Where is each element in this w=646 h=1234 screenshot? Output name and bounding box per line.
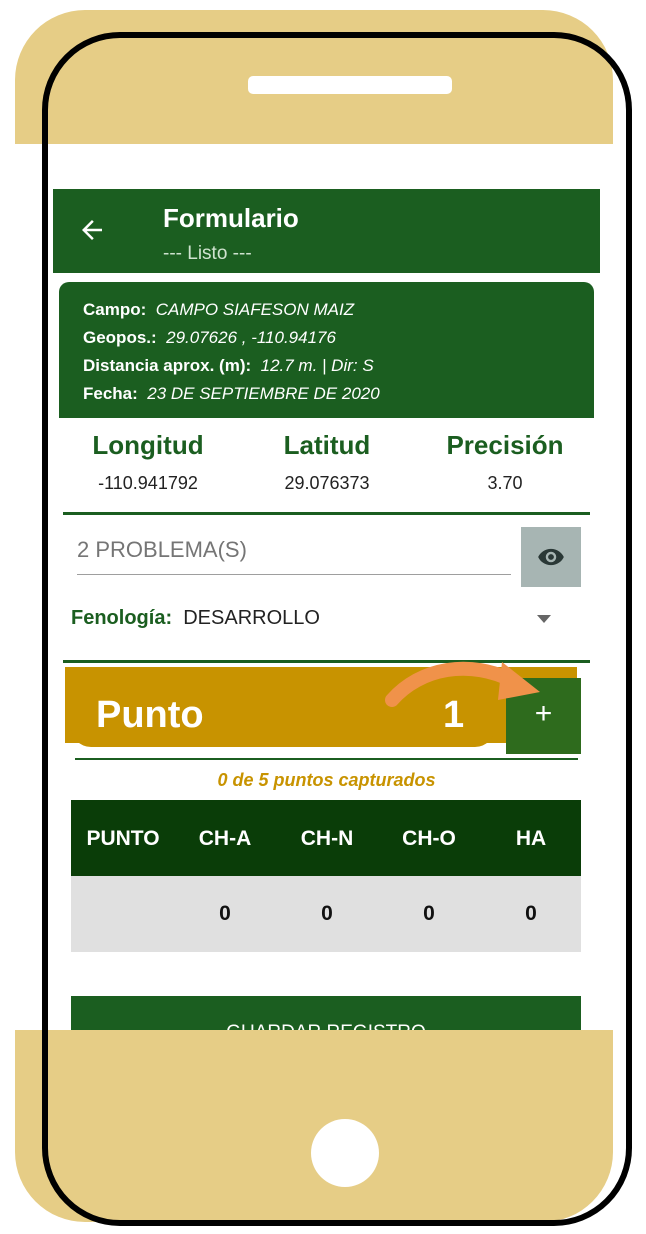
phone-outline <box>42 32 632 1226</box>
